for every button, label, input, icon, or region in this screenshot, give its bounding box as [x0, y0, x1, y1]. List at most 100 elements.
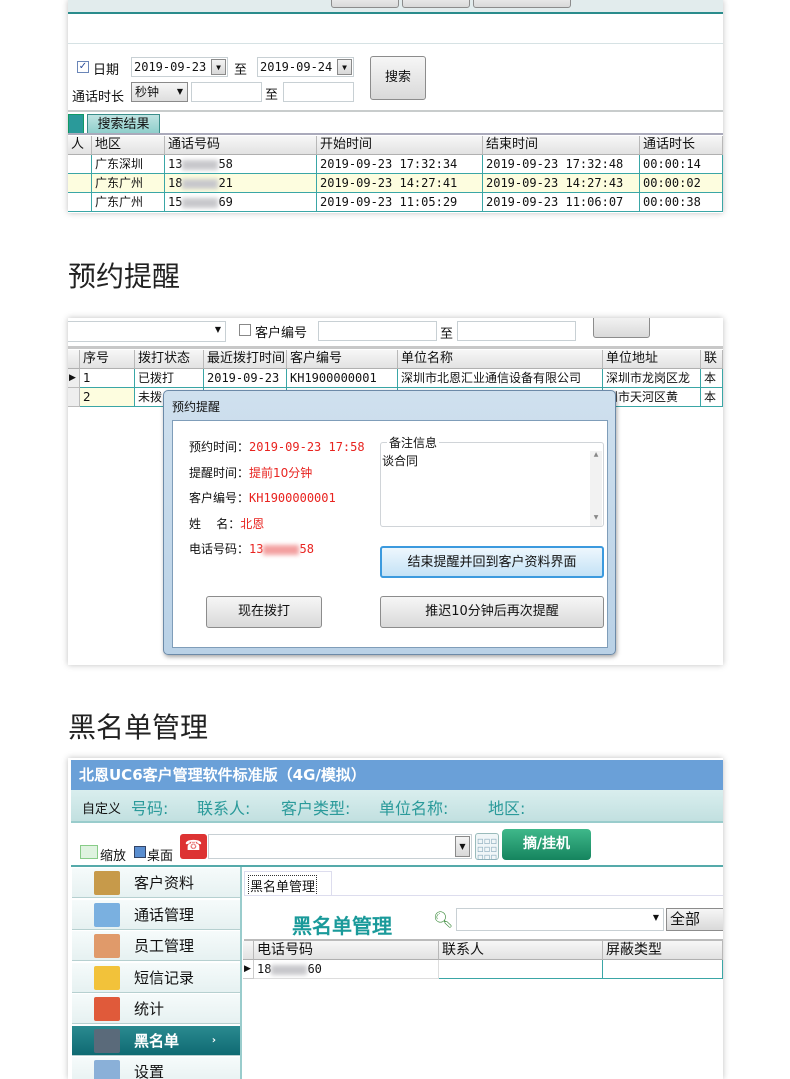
column-header[interactable]: 屏蔽类型 — [603, 941, 723, 960]
search-fields-bar: 自定义 号码: 联系人: 客户类型: 单位名称: 地区: — [71, 790, 723, 823]
zoom-label[interactable]: 缩放 — [100, 845, 126, 864]
last-cell[interactable]: 2019-09-23 — [204, 369, 287, 388]
duration-min-input[interactable] — [191, 82, 262, 102]
column-header[interactable]: 电话号码 — [254, 941, 439, 960]
divider — [68, 110, 723, 112]
search-button[interactable] — [593, 318, 650, 338]
masked-digits — [182, 159, 219, 170]
column-header[interactable]: 通话号码 — [165, 136, 317, 155]
dial-now-button[interactable]: 现在拨打 — [206, 596, 322, 628]
cust-cell[interactable]: KH1900000001 — [287, 369, 398, 388]
masked-digits — [182, 178, 219, 189]
column-header[interactable]: 序号 — [80, 350, 135, 369]
phone-suffix: 60 — [307, 962, 322, 976]
sidebar-item-0[interactable]: 客户资料 — [72, 868, 240, 898]
extra-cell[interactable]: 本 — [701, 388, 723, 407]
phone-icon[interactable]: ☎ — [180, 834, 207, 859]
toolbar-button[interactable] — [331, 0, 399, 8]
tab-previous[interactable] — [68, 114, 84, 134]
duration-max-input[interactable] — [283, 82, 354, 102]
column-header[interactable]: 联系人 — [439, 941, 603, 960]
column-header[interactable]: 最近拨打时间 — [204, 350, 287, 369]
field-contact[interactable]: 联系人: — [197, 795, 250, 819]
column-header[interactable]: 单位地址 — [603, 350, 701, 369]
tab-label: 黑名单管理 — [248, 875, 318, 896]
tab-search-results[interactable]: 搜索结果 — [87, 114, 160, 134]
field-region[interactable]: 地区: — [488, 795, 525, 819]
tab-blacklist[interactable]: 黑名单管理 — [244, 871, 332, 896]
customer-no-from-input[interactable] — [318, 321, 437, 341]
chevron-down-icon[interactable]: ▼ — [211, 59, 226, 75]
field-phone[interactable]: 号码: — [131, 795, 168, 819]
field-company[interactable]: 单位名称: — [379, 795, 448, 819]
row-pointer-icon: ▶ — [243, 960, 254, 979]
contacts-icon — [94, 871, 120, 895]
cust-value: KH1900000001 — [249, 491, 336, 505]
addr-cell[interactable]: 深圳市龙岗区龙 — [603, 369, 701, 388]
cust-label: 客户编号： — [189, 491, 250, 505]
snooze-button[interactable]: 推迟10分钟后再次提醒 — [380, 596, 604, 628]
duration-unit-select[interactable]: 秒钟 ▼ — [131, 82, 188, 102]
sidebar-item-label: 设置 — [134, 1063, 165, 1079]
column-header[interactable]: 结束时间 — [483, 136, 640, 155]
sidebar-item-6[interactable]: 设置 — [72, 1057, 240, 1079]
field-customer-type[interactable]: 客户类型: — [281, 795, 350, 819]
phone-suffix: 58 — [218, 157, 233, 171]
sidebar-item-label: 员工管理 — [134, 937, 195, 955]
end-reminder-button[interactable]: 结束提醒并回到客户资料界面 — [380, 546, 604, 578]
contact-cell[interactable] — [439, 960, 603, 979]
sidebar-item-1[interactable]: 通话管理 — [72, 899, 240, 930]
filter-all-select[interactable]: 全部 — [666, 908, 723, 931]
scrollbar[interactable]: ▲ ▼ — [590, 451, 602, 526]
column-header[interactable]: 通话时长 — [640, 136, 723, 155]
desktop-label[interactable]: 桌面 — [147, 845, 173, 864]
sidebar-item-label: 客户资料 — [134, 874, 195, 892]
divider — [68, 43, 723, 44]
column-header[interactable]: 地区 — [92, 136, 165, 155]
no-cell[interactable]: 1 — [80, 369, 135, 388]
sidebar-item-2[interactable]: 员工管理 — [72, 931, 240, 961]
keypad-icon[interactable]: ▫▫▫ ▫▫▫ ▫▫▫ — [475, 833, 499, 863]
hook-button[interactable]: 摘/挂机 — [502, 829, 591, 860]
staff-icon — [94, 934, 120, 958]
filter-select[interactable]: ▼ — [68, 321, 226, 342]
block-type-cell[interactable] — [603, 960, 723, 979]
column-header[interactable]: 开始时间 — [317, 136, 483, 155]
sidebar-item-label: 黑名单 — [134, 1031, 180, 1050]
desktop-icon[interactable] — [134, 846, 146, 858]
column-header[interactable]: 客户编号 — [287, 350, 398, 369]
remarks-group: 备注信息 谈合同 ▲ ▼ — [380, 434, 604, 527]
custom-field[interactable]: 自定义 — [82, 798, 121, 817]
column-header[interactable]: 拨打状态 — [135, 350, 204, 369]
zoom-icon[interactable] — [80, 845, 98, 859]
company-cell[interactable]: 深圳市北恩汇业通信设备有限公司 — [398, 369, 603, 388]
column-header[interactable]: 联 — [701, 350, 723, 369]
date-checkbox[interactable]: ✓ — [77, 61, 89, 73]
addr-cell[interactable]: 州市天河区黄 — [603, 388, 701, 407]
extra-cell[interactable]: 本 — [701, 369, 723, 388]
column-header[interactable]: 人 — [68, 136, 92, 155]
blacklist-search-input[interactable]: ▼ — [456, 908, 664, 931]
search-icon[interactable]: 🔍︎ — [433, 910, 453, 929]
column-header[interactable]: 单位名称 — [398, 350, 603, 369]
chevron-down-icon[interactable]: ▼ — [337, 59, 352, 75]
no-cell[interactable]: 2 — [80, 388, 135, 407]
toolbar-button[interactable] — [402, 0, 470, 8]
customer-no-to-input[interactable] — [457, 321, 576, 341]
phone-cell[interactable]: 18 60 — [254, 960, 439, 979]
customer-no-checkbox[interactable] — [239, 324, 251, 336]
remarks-text[interactable]: 谈合同 — [382, 452, 418, 469]
sidebar-item-5[interactable]: 黑名单 › — [72, 1025, 240, 1056]
status-cell[interactable]: 已拨打 — [135, 369, 204, 388]
date-to-input[interactable]: 2019-09-24 ▼ — [257, 57, 354, 77]
toolbar-button[interactable] — [473, 0, 571, 8]
search-button[interactable]: 搜索 — [370, 56, 426, 100]
dial-number-input[interactable]: ▼ — [208, 834, 472, 859]
call-management-icon — [94, 902, 120, 927]
chevron-down-icon[interactable]: ▼ — [455, 836, 470, 857]
sidebar-item-4[interactable]: 统计 — [72, 994, 240, 1024]
duration-cell: 00:00:02 — [640, 174, 723, 193]
sidebar-item-3[interactable]: 短信记录 — [72, 962, 240, 993]
divider — [244, 895, 723, 896]
date-from-input[interactable]: 2019-09-23 ▼ — [131, 57, 228, 77]
